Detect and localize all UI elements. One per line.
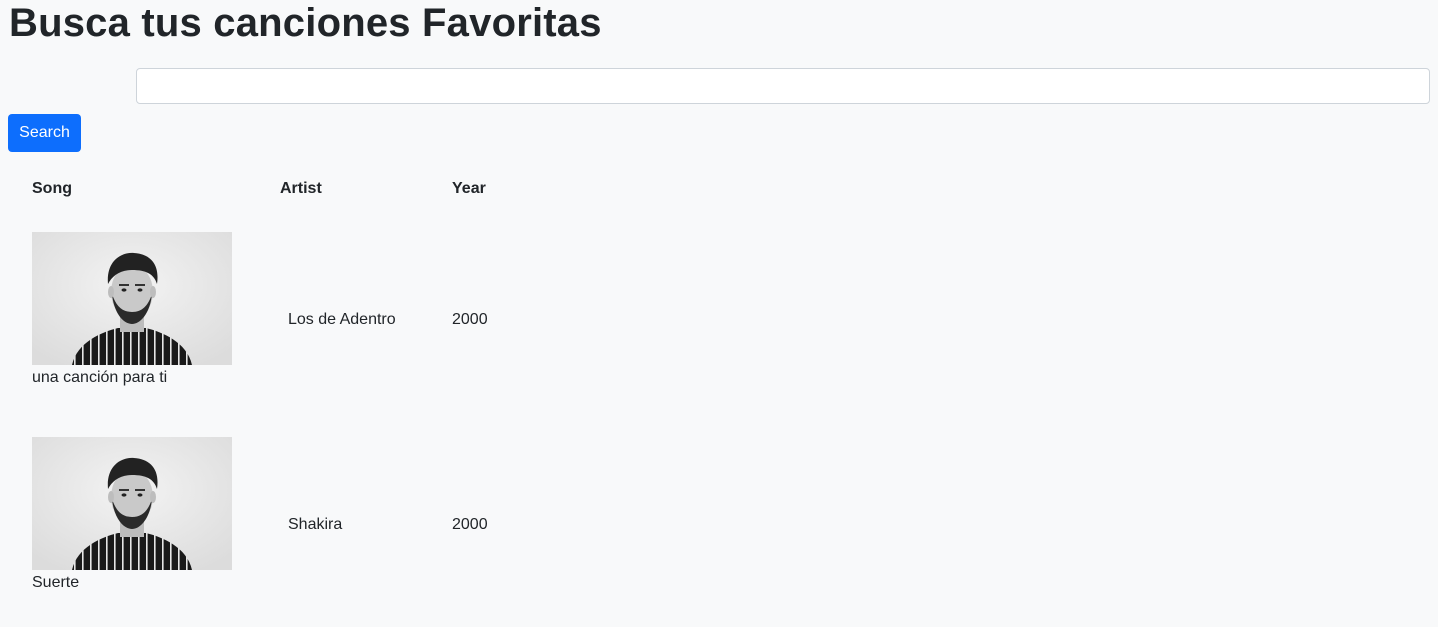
- song-title: Suerte: [32, 574, 80, 591]
- song-cover-image: [32, 232, 232, 365]
- column-header-year: Year: [452, 180, 486, 197]
- artist-name: Shakira: [288, 516, 343, 533]
- artist-name: Los de Adentro: [288, 311, 396, 328]
- search-input[interactable]: [136, 68, 1430, 104]
- search-button[interactable]: Search: [8, 114, 81, 152]
- song-cover-image: [32, 437, 232, 570]
- column-header-artist: Artist: [280, 180, 322, 197]
- song-year: 2000: [452, 516, 488, 533]
- page-title: Busca tus canciones Favoritas: [9, 1, 602, 45]
- song-title: una canción para ti: [32, 369, 168, 386]
- table-row: una canción para ti Los de Adentro 2000: [0, 232, 1438, 422]
- column-header-song: Song: [32, 180, 72, 197]
- table-row: Suerte Shakira 2000: [0, 437, 1438, 627]
- song-year: 2000: [452, 311, 488, 328]
